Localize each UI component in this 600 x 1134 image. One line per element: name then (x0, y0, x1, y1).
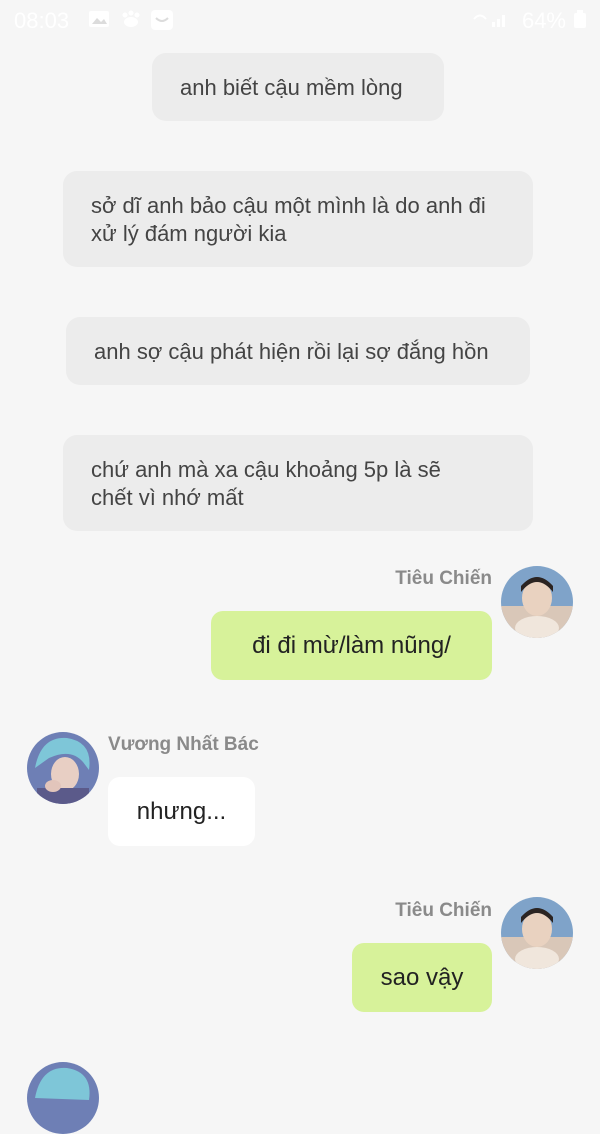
sender-name: Tiêu Chiến (395, 900, 492, 921)
narration-bubble: anh biết cậu mềm lòng (152, 53, 444, 121)
message-text: nhưng... (136, 797, 227, 825)
narration-text: anh sợ cậu phát hiện rồi lại sợ đắng hồn (94, 339, 489, 364)
battery-percent: 64% (521, 8, 566, 33)
avatar[interactable] (27, 732, 99, 804)
narration-text: anh biết cậu mềm lòng (180, 75, 403, 100)
chat-bubble[interactable]: đi đi mừ/làm nũng/ (211, 611, 492, 680)
narration-text: chết vì nhớ mất (91, 485, 244, 510)
chat-bubble[interactable]: sao vậy (352, 943, 492, 1012)
status-time: 08:03 (14, 8, 70, 33)
narration-bubble: sở dĩ anh bảo cậu một mình là do anh đi … (63, 171, 533, 267)
avatar[interactable] (501, 897, 573, 969)
avatar[interactable] (27, 1062, 99, 1134)
narration-bubble: anh sợ cậu phát hiện rồi lại sợ đắng hồn (66, 317, 530, 385)
image-icon (88, 9, 110, 29)
sender-name: Vương Nhất Bác (108, 734, 259, 755)
status-bar: 08:03 64% (0, 0, 600, 40)
avatar[interactable] (501, 566, 573, 638)
narration-text: chứ anh mà xa cậu khoảng 5p là sẽ (91, 457, 441, 482)
sender-name: Tiêu Chiến (395, 568, 492, 589)
message-icon (150, 9, 174, 31)
battery-icon (572, 9, 588, 29)
narration-text: xử lý đám người kia (91, 221, 287, 246)
signal-icon (472, 9, 512, 29)
paw-icon (120, 9, 142, 29)
chat-bubble[interactable]: nhưng... (108, 777, 255, 846)
message-text: sao vậy (380, 963, 464, 991)
narration-text: sở dĩ anh bảo cậu một mình là do anh đi (91, 193, 486, 218)
message-text: đi đi mừ/làm nũng/ (252, 631, 451, 659)
narration-bubble: chứ anh mà xa cậu khoảng 5p là sẽ chết v… (63, 435, 533, 531)
